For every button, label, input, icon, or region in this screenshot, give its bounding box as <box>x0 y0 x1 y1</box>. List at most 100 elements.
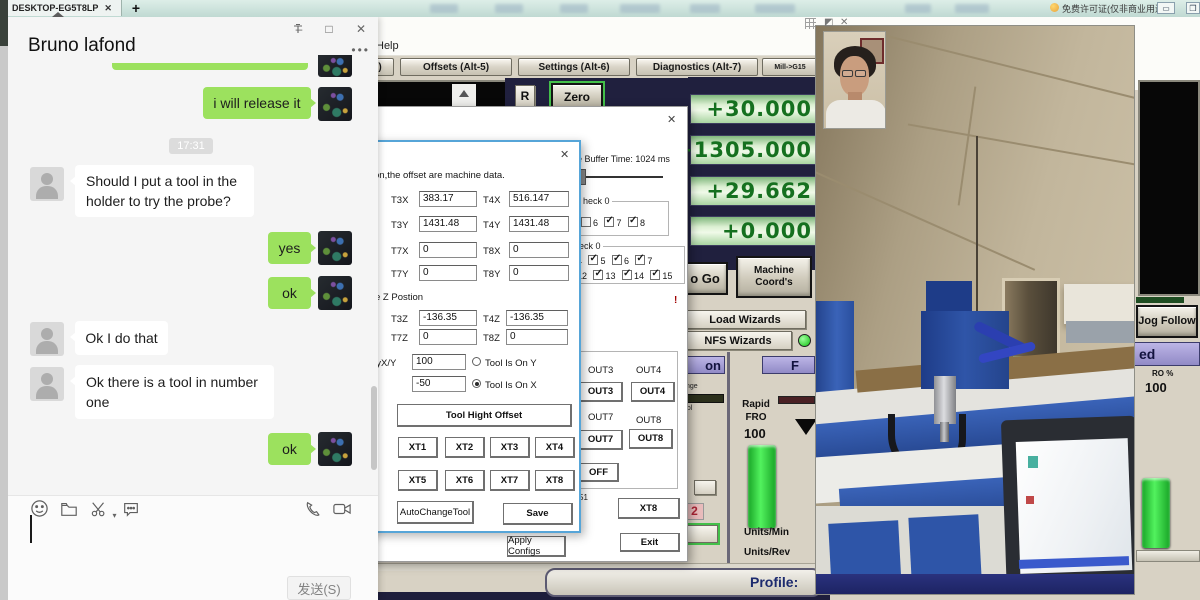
dro-z[interactable]: +29.662 <box>690 176 817 206</box>
blurred-menu-item[interactable] <box>905 4 931 13</box>
tab-settings[interactable]: Settings (Alt-6) <box>518 58 630 76</box>
maximize-icon[interactable]: □ <box>321 22 337 36</box>
to-go-button[interactable]: o Go <box>682 262 728 295</box>
emoji-icon[interactable] <box>30 499 49 523</box>
avatar[interactable] <box>318 432 352 466</box>
t3z-field[interactable]: -136.35 <box>419 310 477 326</box>
avatar[interactable] <box>30 367 64 401</box>
chat-history-icon[interactable] <box>122 500 140 523</box>
out3-button[interactable]: OUT3 <box>579 382 623 402</box>
blurred-menu-item[interactable] <box>955 4 989 13</box>
dro-x[interactable]: +30.000 <box>690 94 817 124</box>
standby-z-field[interactable]: -50 <box>412 376 466 392</box>
checkbox-6[interactable] <box>581 217 591 227</box>
dro-y[interactable]: +1305.000 <box>690 135 817 165</box>
t8x-field[interactable]: 0 <box>509 242 569 258</box>
t4z-field[interactable]: -136.35 <box>506 310 568 326</box>
config-dialog-close-icon[interactable]: ✕ <box>667 113 676 126</box>
xt8-button[interactable]: XT8 <box>535 470 575 491</box>
mini-button[interactable] <box>694 480 716 495</box>
out4-button[interactable]: OUT4 <box>631 382 675 402</box>
nfs-wizards-button[interactable]: NFS Wizards <box>684 331 792 350</box>
t3x-field[interactable]: 383.17 <box>419 191 477 207</box>
buffer-slider-track[interactable] <box>586 176 663 178</box>
tool-dialog-close-icon[interactable]: ✕ <box>560 148 569 161</box>
auto-change-tool-button[interactable]: AutoChangeTool <box>397 501 474 524</box>
t8z-field[interactable]: 0 <box>506 329 568 345</box>
checkbox-8[interactable] <box>628 217 638 227</box>
xt1-button[interactable]: XT1 <box>398 437 438 458</box>
xt6-button[interactable]: XT6 <box>445 470 485 491</box>
new-tab-button[interactable]: + <box>128 0 144 16</box>
blurred-menu-item[interactable] <box>560 4 588 13</box>
out8-button[interactable]: OUT8 <box>629 429 673 449</box>
avatar[interactable] <box>318 231 352 265</box>
checkbox-13[interactable] <box>593 270 603 280</box>
avatar[interactable] <box>30 167 64 201</box>
t8y-field[interactable]: 0 <box>509 265 569 281</box>
minimize-icon[interactable]: – <box>291 22 307 36</box>
file-icon[interactable] <box>60 500 78 523</box>
tab-diagnostics[interactable]: Diagnostics (Alt-7) <box>636 58 758 76</box>
scroll-up-icon[interactable] <box>459 90 469 97</box>
load-wizards-button[interactable]: Load Wizards <box>684 310 806 329</box>
voice-call-icon[interactable] <box>304 500 322 523</box>
self-view[interactable] <box>823 31 886 129</box>
xt5-button[interactable]: XT5 <box>398 470 438 491</box>
toolbar-window-button[interactable]: ❒ <box>1186 2 1200 14</box>
xt2-button[interactable]: XT2 <box>445 437 485 458</box>
out7-button[interactable]: OUT7 <box>579 430 623 450</box>
avatar[interactable] <box>30 322 64 356</box>
avatar[interactable] <box>318 276 352 310</box>
resize-icon[interactable]: ◩ <box>824 17 833 28</box>
xt4-button[interactable]: XT4 <box>535 437 575 458</box>
blurred-menu-item[interactable] <box>690 4 720 13</box>
blurred-menu-item[interactable] <box>755 4 795 13</box>
tool-on-x-radio[interactable] <box>472 379 481 388</box>
tool-on-y-radio[interactable] <box>472 357 481 366</box>
blurred-menu-item[interactable] <box>495 4 523 13</box>
t7y-field[interactable]: 0 <box>419 265 477 281</box>
machine-coords-button[interactable]: Machine Coord's <box>736 256 812 298</box>
sro-slider[interactable] <box>1142 478 1170 548</box>
mini-button-green[interactable] <box>684 525 718 543</box>
exit-button[interactable]: Exit <box>620 533 680 552</box>
fro-slider[interactable] <box>748 445 776 528</box>
t7z-field[interactable]: 0 <box>419 329 477 345</box>
menu-help[interactable]: Help <box>376 40 399 52</box>
dro-a[interactable]: +0.000 <box>690 216 817 246</box>
avatar[interactable] <box>318 87 352 121</box>
sro-value[interactable]: 100 <box>1145 380 1167 395</box>
remote-session-tab[interactable]: DESKTOP-EG5T8LP ✕ <box>8 0 122 16</box>
off-button[interactable]: OFF <box>579 463 619 482</box>
jog-follow-button[interactable]: Jog Follow <box>1136 305 1198 338</box>
t4y-field[interactable]: 1431.48 <box>509 216 569 232</box>
t3y-field[interactable]: 1431.48 <box>419 216 477 232</box>
video-call-icon[interactable] <box>332 500 352 523</box>
ref-button[interactable]: R <box>515 85 535 107</box>
caret-down-icon[interactable]: ▾ <box>112 511 116 520</box>
send-button[interactable]: 发送(S) <box>287 576 351 600</box>
xt7-button[interactable]: XT7 <box>490 470 530 491</box>
save-button[interactable]: Save <box>503 503 573 525</box>
chat-menu-icon[interactable]: ••• <box>351 43 370 57</box>
blurred-menu-item[interactable] <box>620 4 660 13</box>
screenshot-scissors-icon[interactable]: ▾ <box>90 500 116 523</box>
t7x-field[interactable]: 0 <box>419 242 477 258</box>
xt3-button[interactable]: XT3 <box>490 437 530 458</box>
checkbox-6b[interactable] <box>612 255 622 265</box>
xt8-action-button[interactable]: XT8 <box>618 498 680 519</box>
video-close-icon[interactable]: ✕ <box>840 17 848 28</box>
t4x-field[interactable]: 516.147 <box>509 191 569 207</box>
rapid-fro-value[interactable]: 100 <box>744 426 778 442</box>
blurred-menu-item[interactable] <box>430 4 458 13</box>
grid-icon[interactable] <box>805 18 816 29</box>
checkbox-15[interactable] <box>650 270 660 280</box>
checkbox-7b[interactable] <box>635 255 645 265</box>
standby-xy-field[interactable]: 100 <box>412 354 466 370</box>
tool-hight-offset-button[interactable]: Tool Hight Offset <box>397 404 572 427</box>
avatar[interactable] <box>318 55 352 77</box>
apply-configs-button[interactable]: Apply Configs <box>507 536 566 557</box>
checkbox-5[interactable] <box>588 255 598 265</box>
close-icon[interactable]: ✕ <box>353 22 369 36</box>
